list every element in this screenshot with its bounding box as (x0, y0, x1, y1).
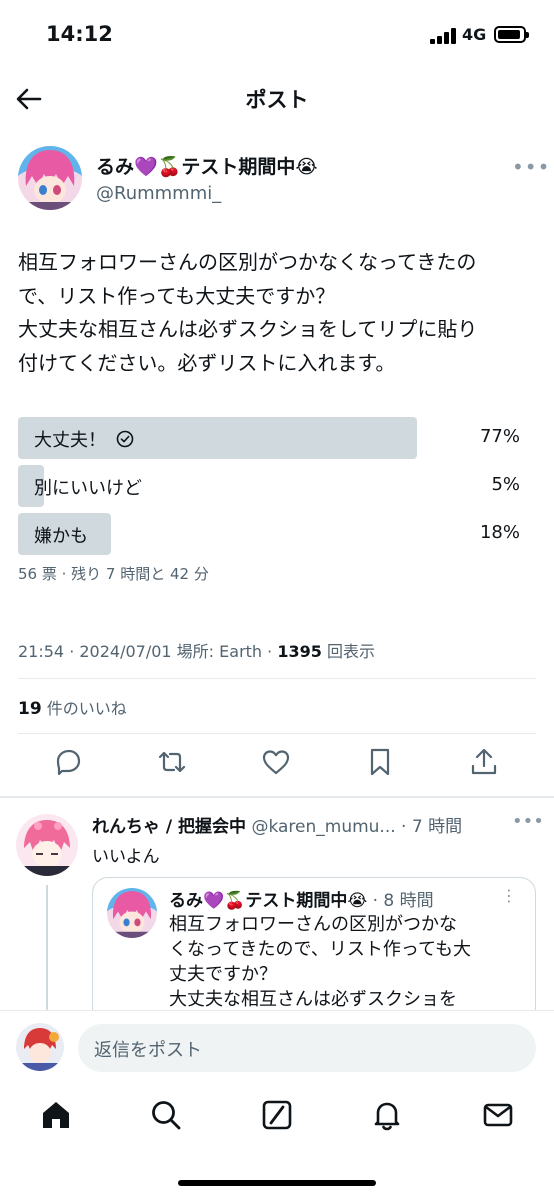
reply-header[interactable]: れんちゃ / 把握会中 @karen_mumu... · 7 時間 (92, 812, 462, 837)
reply-handle-time: @karen_mumu... · 7 時間 (246, 817, 463, 837)
reply-icon[interactable] (52, 746, 84, 778)
poll-option[interactable]: 嫌かも 18% (18, 513, 538, 555)
check-circle-icon (116, 430, 134, 448)
like-icon[interactable] (260, 746, 292, 778)
reply-text: いいよん (92, 847, 160, 867)
quoted-avatar (107, 888, 157, 938)
reply-input[interactable]: 返信をポスト (78, 1024, 536, 1072)
quoted-text-line: 相互フォロワーさんの区別がつかな (169, 914, 457, 935)
tweet-text: 相互フォロワーさんの区別がつかなくなってきたの で、リスト作っても大丈夫ですか？… (18, 246, 542, 380)
quoted-time: · 8 時間 (367, 891, 434, 911)
divider (18, 733, 536, 734)
likes-count: 19 (18, 699, 42, 719)
tweet-meta: 21:54 · 2024/07/01 場所: Earth · 1395 回表示 (18, 638, 375, 662)
status-time: 14:12 (46, 22, 113, 46)
quoted-text-line: くなってきたので、リスト作っても大 (169, 939, 472, 960)
author-info[interactable]: るみ💜🍒テスト期間中😭 @Rummmmi_ (96, 152, 318, 204)
poll-option-percent: 77% (479, 426, 520, 447)
home-indicator (178, 1180, 376, 1186)
quoted-text-line: 大丈夫な相互さんは必ずスクショを (169, 989, 457, 1010)
tweet-text-line: 大丈夫な相互さんは必ずスクショをしてリプに貼り (18, 317, 478, 341)
messages-icon[interactable] (481, 1098, 515, 1132)
home-icon[interactable] (39, 1098, 73, 1132)
tweet-timestamp-location: 21:54 · 2024/07/01 場所: Earth · (18, 642, 278, 661)
likes-label: 件のいいね (41, 699, 127, 718)
poll-option[interactable]: 大丈夫！ 77% (18, 417, 538, 459)
reply-compose-bar: 返信をポスト (0, 1010, 554, 1084)
poll-option-label: 嫌かも (34, 526, 88, 547)
quoted-text: 相互フォロワーさんの区別がつかな くなってきたので、リスト作っても大 丈夫ですか… (169, 912, 529, 1012)
quoted-more-icon[interactable]: ⋮ (501, 886, 517, 905)
grok-icon[interactable] (260, 1098, 294, 1132)
repost-icon[interactable] (156, 746, 188, 778)
author-display-name[interactable]: るみ💜🍒テスト期間中😭 (96, 152, 318, 179)
author-avatar[interactable] (18, 146, 82, 210)
view-count-label: 回表示 (321, 642, 375, 661)
status-bar: 14:12 4G (0, 0, 554, 70)
quoted-text-line: 丈夫ですか？ (169, 964, 277, 985)
poll-option-label: 大丈夫！ (34, 430, 106, 451)
poll-meta: 56 票 · 残り 7 時間と 42 分 (18, 565, 209, 583)
reply-display-name[interactable]: れんちゃ / 把握会中 (92, 817, 246, 837)
search-icon[interactable] (149, 1098, 183, 1132)
tweet-text-line: で、リスト作っても大丈夫ですか？ (18, 283, 336, 308)
more-options-icon[interactable]: ••• (512, 155, 550, 179)
reply-avatar[interactable] (16, 814, 78, 876)
poll: 大丈夫！ 77% 別にいいけど 5% 嫌かも 18% 56 票 · 残り 7 時… (18, 417, 538, 584)
quoted-display-name: るみ💜🍒テスト期間中😭 (169, 891, 368, 911)
share-icon[interactable] (468, 746, 500, 778)
action-bar (0, 746, 554, 786)
tweet-text-line: 相互フォロワーさんの区別がつかなくなってきたの (18, 250, 477, 274)
tweet-text-line: 付けてください。必ずリストに入れます。 (18, 350, 396, 375)
poll-option[interactable]: 別にいいけど 5% (18, 465, 538, 507)
author-handle[interactable]: @Rummmmi_ (96, 183, 318, 204)
poll-option-label: 別にいいけど (34, 478, 142, 499)
divider (0, 796, 554, 798)
poll-option-percent: 5% (491, 474, 520, 495)
divider (18, 678, 536, 679)
reply-more-icon[interactable]: ••• (512, 811, 544, 832)
signal-icon (430, 28, 456, 44)
thread-line (46, 885, 48, 1015)
view-count[interactable]: 1395 (277, 642, 322, 661)
battery-icon (494, 26, 529, 43)
likes-summary[interactable]: 19 件のいいね (18, 695, 127, 719)
bookmark-icon[interactable] (364, 746, 396, 778)
quoted-header: るみ💜🍒テスト期間中😭 · 8 時間 (169, 886, 434, 911)
page-title: ポスト (245, 88, 309, 112)
network-label: 4G (462, 25, 487, 44)
notifications-icon[interactable] (370, 1098, 404, 1132)
poll-option-percent: 18% (479, 522, 520, 543)
my-avatar[interactable] (16, 1023, 64, 1071)
header: ポスト (0, 70, 554, 128)
